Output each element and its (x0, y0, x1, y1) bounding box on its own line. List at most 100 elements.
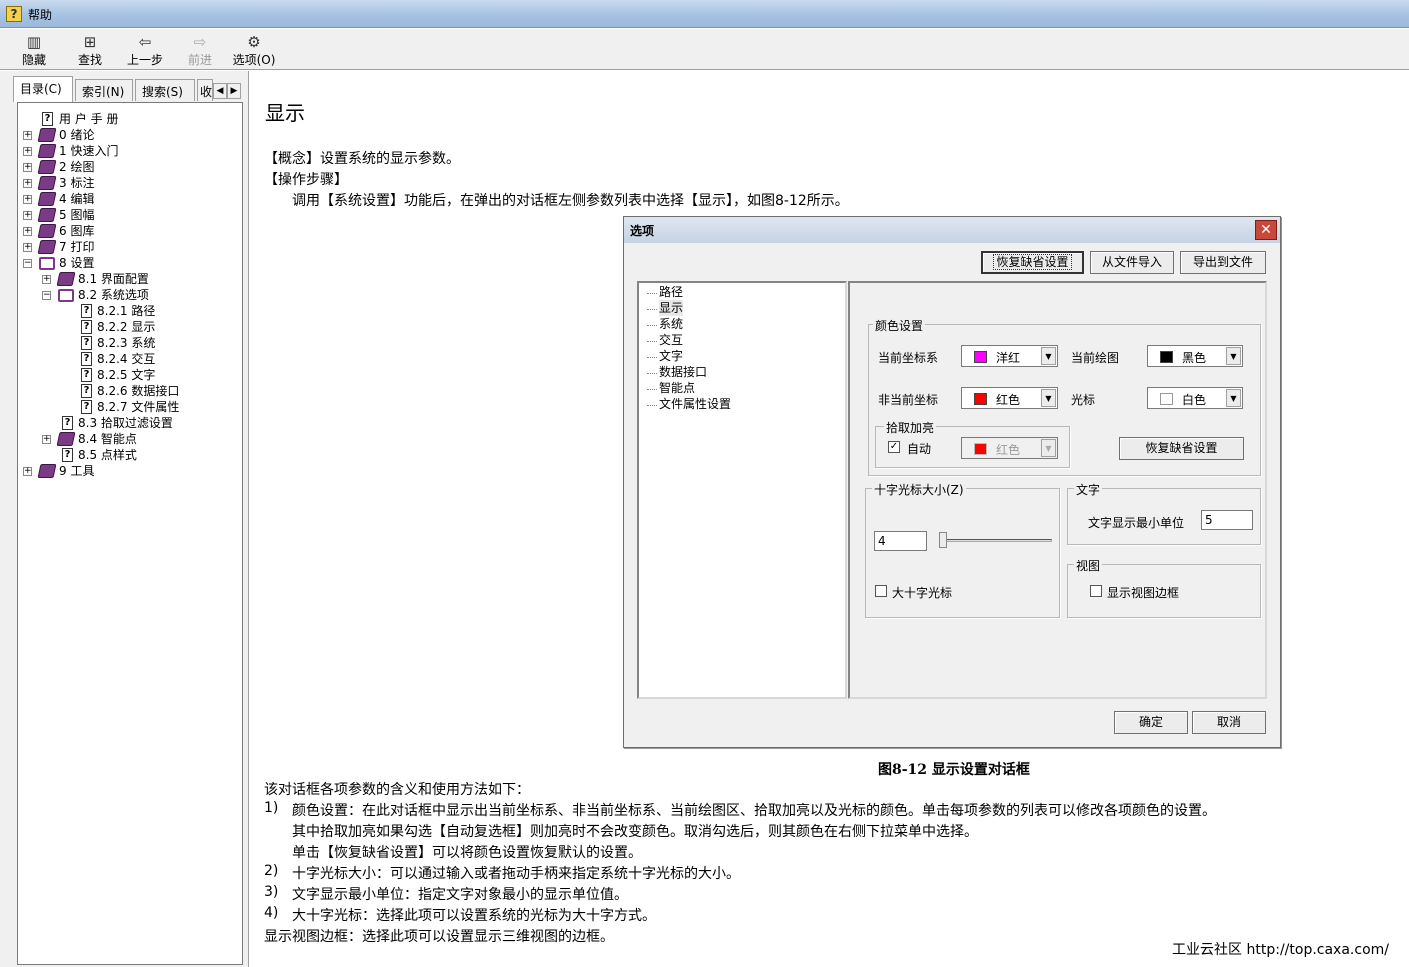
crosshair-size-slider[interactable] (942, 539, 1052, 542)
tree-item[interactable]: + 1 快速入门 (18, 143, 238, 159)
noncurrent-ucs-color-select[interactable]: 红色 ▼ (961, 387, 1058, 409)
export-button[interactable]: 导出到文件 (1180, 251, 1266, 274)
tree-item[interactable]: ? 8.2.6 数据接口 (18, 383, 238, 399)
tree-item[interactable]: − 8 设置 (18, 255, 238, 271)
tree-item[interactable]: + 0 绪论 (18, 127, 238, 143)
color-swatch (1160, 351, 1173, 363)
forward-button[interactable]: ⇨ 前进 (180, 31, 220, 69)
list-item[interactable]: 路径 (659, 284, 683, 300)
expand-icon[interactable]: + (23, 179, 32, 188)
list-item[interactable]: 显示 (659, 300, 684, 316)
import-button[interactable]: 从文件导入 (1090, 251, 1174, 274)
list-item[interactable]: 数据接口 (659, 364, 707, 380)
slider-handle[interactable] (939, 532, 947, 548)
item-text: 单击【恢复缺省设置】可以将颜色设置恢复默认的设置。 (292, 845, 642, 861)
book-icon (56, 272, 76, 286)
tab-favorites[interactable]: 收 (197, 79, 213, 101)
options-button[interactable]: ⚙ 选项(O) (230, 31, 278, 69)
cursor-color-select[interactable]: 白色 ▼ (1147, 387, 1243, 409)
list-item[interactable]: 文件属性设置 (659, 396, 731, 412)
expand-icon[interactable]: + (23, 163, 32, 172)
tree-item[interactable]: + 9 工具 (18, 463, 238, 479)
current-draw-color-select[interactable]: 黑色 ▼ (1147, 345, 1243, 367)
expand-icon[interactable]: + (23, 147, 32, 156)
tree-item[interactable]: ? 8.2.2 显示 (18, 319, 238, 335)
expand-icon[interactable]: + (42, 275, 51, 284)
list-item[interactable]: 文字 (659, 348, 683, 364)
tree-item[interactable]: + 5 图幅 (18, 207, 238, 223)
close-icon[interactable]: ✕ (1255, 220, 1277, 240)
tree-item[interactable]: + 7 打印 (18, 239, 238, 255)
color-swatch (974, 351, 987, 363)
current-draw-value: 黑色 (1182, 351, 1207, 365)
help-page-icon: ? (81, 384, 92, 398)
category-list[interactable]: 路径 显示 系统 交互 文字 数据接口 智能点 文件属性设置 (637, 281, 847, 699)
help-page-icon: ? (81, 400, 92, 414)
tree-item[interactable]: + 3 标注 (18, 175, 238, 191)
chevron-down-icon[interactable]: ▼ (1041, 347, 1056, 365)
hide-button[interactable]: ▥ 隐藏 (14, 31, 54, 69)
list-item[interactable]: 交互 (659, 332, 683, 348)
expand-icon[interactable]: + (23, 195, 32, 204)
cancel-button[interactable]: 取消 (1192, 711, 1266, 734)
list-item[interactable]: 系统 (659, 316, 683, 332)
expand-icon[interactable]: + (23, 227, 32, 236)
list-item[interactable]: 智能点 (659, 380, 695, 396)
item-number: 2) (264, 863, 279, 879)
tree-item-label: 6 图库 (59, 224, 95, 238)
tab-scroll-right-icon[interactable]: ▶ (227, 83, 241, 99)
tree-item[interactable]: ? 8.3 拾取过滤设置 (18, 415, 238, 431)
options-dialog-figure: 选项 ✕ 恢复缺省设置 从文件导入 导出到文件 路径 显示 系统 交互 文字 数… (623, 216, 1281, 748)
big-crosshair-checkbox[interactable] (875, 585, 887, 597)
restore-colors-button[interactable]: 恢复缺省设置 (1119, 437, 1244, 460)
tree-item[interactable]: ? 8.2.1 路径 (18, 303, 238, 319)
crosshair-size-input[interactable]: 4 (874, 531, 927, 551)
chevron-down-icon[interactable]: ▼ (1226, 389, 1241, 407)
tree-item[interactable]: − 8.2 系统选项 (18, 287, 238, 303)
tree-item[interactable]: + 8.1 界面配置 (18, 271, 238, 287)
tree-item[interactable]: ? 8.5 点样式 (18, 447, 238, 463)
expand-icon[interactable]: + (23, 211, 32, 220)
pick-highlight-label: 拾取加亮 (884, 419, 937, 436)
tree-item[interactable]: + 6 图库 (18, 223, 238, 239)
back-button[interactable]: ⇦ 上一步 (120, 31, 170, 69)
tab-contents[interactable]: 目录(C) (13, 76, 73, 102)
tree-item[interactable]: ? 8.2.7 文件属性 (18, 399, 238, 415)
tree-item[interactable]: + 8.4 智能点 (18, 431, 238, 447)
collapse-icon[interactable]: − (42, 291, 51, 300)
forward-arrow-icon: ⇨ (193, 33, 207, 51)
expand-icon[interactable]: + (23, 243, 32, 252)
current-ucs-color-select[interactable]: 洋红 ▼ (961, 345, 1058, 367)
find-button[interactable]: ⊞ 查找 (70, 31, 110, 69)
text-min-unit-input[interactable]: 5 (1201, 510, 1253, 530)
chevron-down-icon[interactable]: ▼ (1041, 389, 1056, 407)
concept-text: 【概念】设置系统的显示参数。 (264, 151, 460, 167)
book-icon (37, 240, 57, 254)
tree-item[interactable]: ? 用 户 手 册 (18, 111, 238, 127)
view-border-checkbox[interactable] (1090, 585, 1102, 597)
tree-item[interactable]: ? 8.2.4 交互 (18, 351, 238, 367)
tree-item[interactable]: ? 8.2.5 文字 (18, 367, 238, 383)
auto-checkbox[interactable]: ✓ (888, 441, 900, 453)
chevron-down-icon[interactable]: ▼ (1041, 439, 1056, 457)
noncurrent-ucs-value: 红色 (996, 393, 1021, 407)
expand-icon[interactable]: + (23, 467, 32, 476)
ok-button[interactable]: 确定 (1114, 711, 1188, 734)
item-text: 文字显示最小单位：指定文字对象最小的显示单位值。 (292, 887, 628, 903)
tab-scroll-left-icon[interactable]: ◀ (213, 83, 227, 99)
expand-icon[interactable]: + (42, 435, 51, 444)
tree-item[interactable]: ? 8.2.3 系统 (18, 335, 238, 351)
tree-item[interactable]: + 2 绘图 (18, 159, 238, 175)
chevron-down-icon[interactable]: ▼ (1226, 347, 1241, 365)
tree-item[interactable]: + 4 编辑 (18, 191, 238, 207)
collapse-icon[interactable]: − (23, 259, 32, 268)
pick-color-select[interactable]: 红色 ▼ (961, 437, 1058, 459)
restore-defaults-button[interactable]: 恢复缺省设置 (981, 251, 1084, 274)
dialog-title: 选项 (630, 224, 655, 238)
hide-label: 隐藏 (21, 53, 46, 67)
back-arrow-icon: ⇦ (138, 33, 152, 51)
expand-icon[interactable]: + (23, 131, 32, 140)
tab-index[interactable]: 索引(N) (75, 79, 133, 101)
tab-search[interactable]: 搜索(S) (135, 79, 195, 101)
back-label: 上一步 (126, 53, 163, 67)
